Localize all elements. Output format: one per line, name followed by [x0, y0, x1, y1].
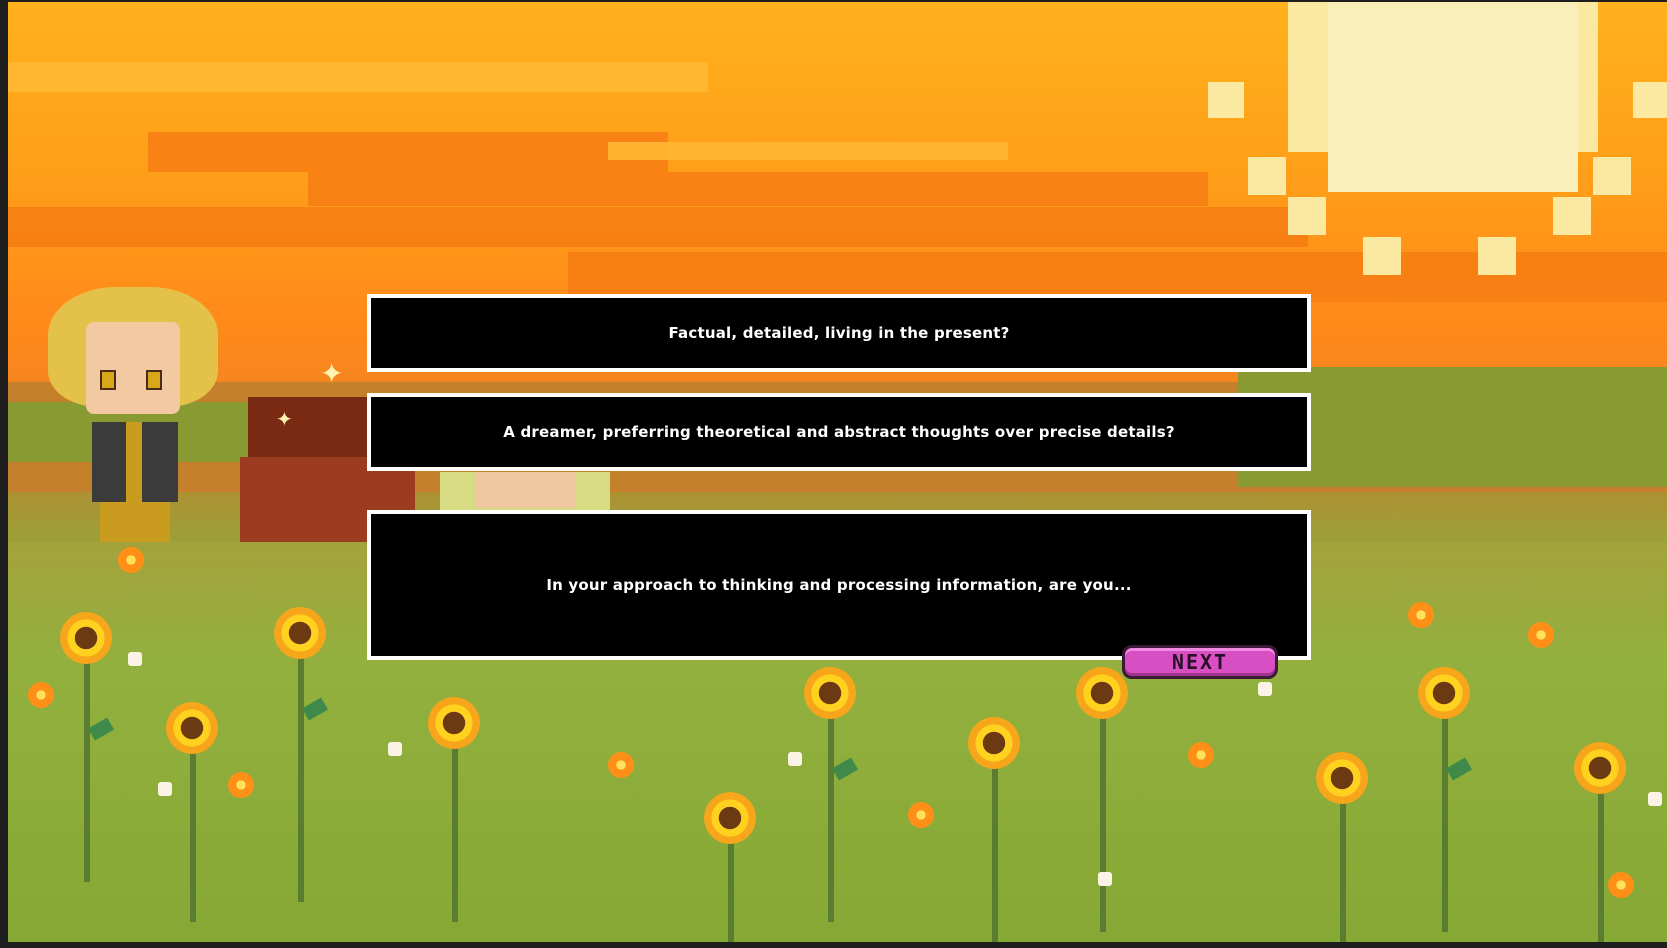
- sun-ray: [1363, 237, 1401, 275]
- sunflower: [968, 717, 1020, 769]
- sunflower: [428, 697, 480, 749]
- sunflower: [1574, 742, 1626, 794]
- sunflower: [804, 667, 856, 719]
- sunflower: [166, 702, 218, 754]
- orange-flower: [908, 802, 934, 828]
- hidden-character-face: [476, 472, 576, 508]
- answer-option-intuition[interactable]: A dreamer, preferring theoretical and ab…: [367, 393, 1311, 471]
- white-flower: [128, 652, 142, 666]
- sun-ray: [1633, 82, 1667, 118]
- cloud: [8, 207, 1308, 247]
- white-flower: [388, 742, 402, 756]
- character-vest: [126, 422, 142, 502]
- answer-option-sensing[interactable]: Factual, detailed, living in the present…: [367, 294, 1311, 372]
- sunflower-stem: [1442, 702, 1448, 932]
- sun-ray: [1593, 157, 1631, 195]
- next-button[interactable]: NEXT: [1122, 645, 1278, 679]
- character-eye: [100, 370, 116, 390]
- sunflower-stem: [452, 722, 458, 922]
- character-face: [86, 322, 180, 414]
- sun-ray: [1288, 197, 1326, 235]
- sunflower-stem: [828, 692, 834, 922]
- answer-option-intuition-label: A dreamer, preferring theoretical and ab…: [503, 423, 1175, 441]
- white-flower: [158, 782, 172, 796]
- question-text: In your approach to thinking and process…: [546, 576, 1132, 594]
- sun-ray: [1208, 82, 1244, 118]
- character-eye: [146, 370, 162, 390]
- cloud: [8, 62, 708, 92]
- sunflower-stem: [1340, 782, 1346, 942]
- sunflower-stem: [992, 742, 998, 942]
- character-legs: [100, 502, 170, 542]
- sun-core: [1328, 2, 1578, 192]
- sunflower: [60, 612, 112, 664]
- sunflower: [1076, 667, 1128, 719]
- sparkle-icon: ✦: [320, 357, 344, 390]
- sunflower: [1316, 752, 1368, 804]
- game-scene: ✦ ✦: [8, 2, 1667, 942]
- orange-flower: [1408, 602, 1434, 628]
- sparkle-icon: ✦: [276, 407, 293, 431]
- sunflower: [274, 607, 326, 659]
- orange-flower: [228, 772, 254, 798]
- sunflower-stem: [84, 652, 90, 882]
- orange-flower: [1188, 742, 1214, 768]
- sunflower: [1418, 667, 1470, 719]
- sun-ray: [1478, 237, 1516, 275]
- white-flower: [1648, 792, 1662, 806]
- sunflower-stem: [298, 642, 304, 902]
- cloud: [608, 142, 1008, 160]
- orange-flower: [28, 682, 54, 708]
- answer-option-sensing-label: Factual, detailed, living in the present…: [668, 324, 1010, 342]
- sunflower: [704, 792, 756, 844]
- sun-ray: [1248, 157, 1286, 195]
- sunflower-stem: [1598, 772, 1604, 942]
- white-flower: [788, 752, 802, 766]
- next-button-label: NEXT: [1171, 650, 1229, 674]
- orange-flower: [608, 752, 634, 778]
- white-flower: [1258, 682, 1272, 696]
- question-box: In your approach to thinking and process…: [367, 510, 1311, 660]
- sunflower-stem: [1100, 702, 1106, 932]
- cloud: [148, 132, 668, 172]
- orange-flower: [1528, 622, 1554, 648]
- orange-flower: [1608, 872, 1634, 898]
- cloud: [308, 172, 1208, 206]
- white-flower: [1098, 872, 1112, 886]
- sun-ray: [1553, 197, 1591, 235]
- orange-flower: [118, 547, 144, 573]
